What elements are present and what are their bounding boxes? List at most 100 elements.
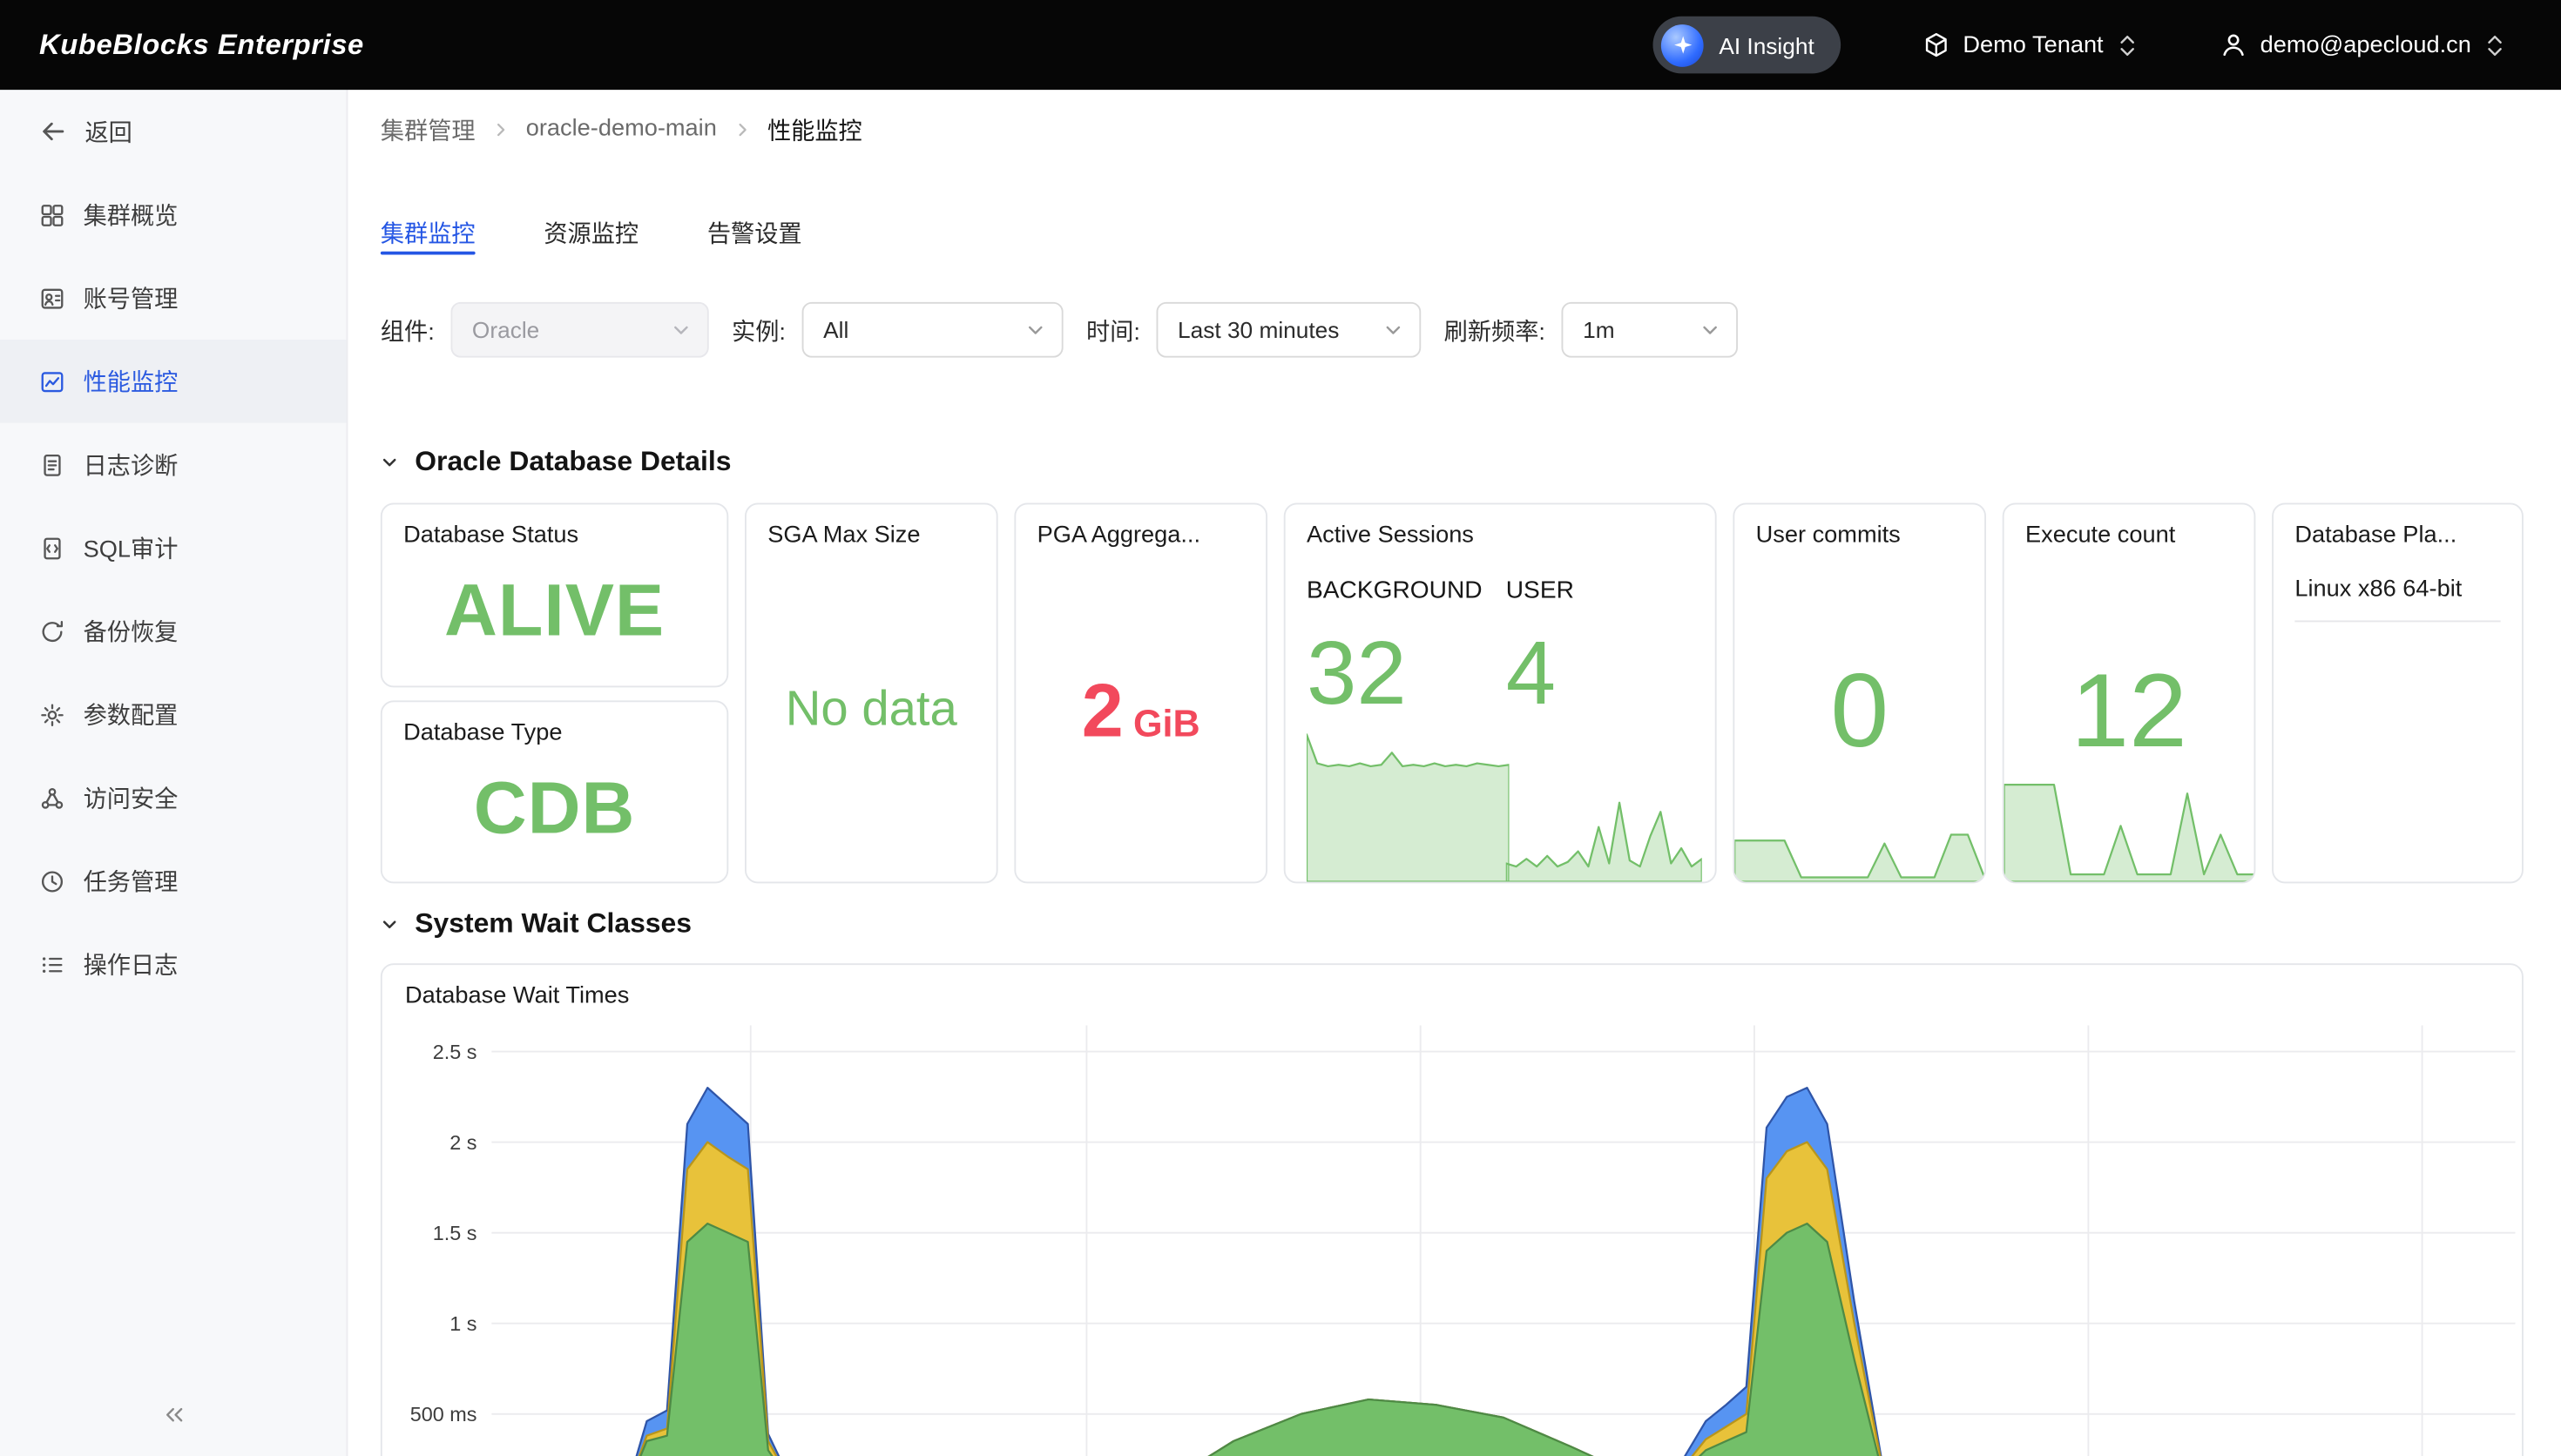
sidebar-item-label: 操作日志 <box>84 947 179 981</box>
sidebar-item-label: SQL审计 <box>84 530 179 564</box>
sidebar-item-cluster-overview[interactable]: 集群概览 <box>0 173 347 257</box>
section-oracle-details[interactable]: Oracle Database Details <box>381 442 2524 482</box>
user-sessions-stat: USER 4 <box>1506 576 1706 882</box>
params-icon <box>39 701 65 727</box>
refresh-rate-select[interactable]: 1m <box>1562 302 1739 358</box>
sidebar-back-label: 返回 <box>85 114 132 148</box>
sidebar-back-button[interactable]: 返回 <box>0 90 347 173</box>
background-sessions-value: 32 <box>1307 621 1506 725</box>
app-root: KubeBlocks Enterprise AI Insight Demo Te… <box>0 0 2561 1456</box>
user-sessions-sparkline <box>1506 730 1702 881</box>
backup-icon <box>39 618 65 644</box>
sidebar-item-label: 性能监控 <box>84 364 179 398</box>
cluster-overview-icon <box>39 202 65 228</box>
breadcrumb: 集群管理 oracle-demo-main 性能监控 <box>381 112 2524 145</box>
sidebar-item-operation-log[interactable]: 操作日志 <box>0 922 347 1006</box>
sql-audit-icon <box>39 535 65 561</box>
section-title: Oracle Database Details <box>415 446 731 479</box>
active-sessions-body: BACKGROUND 32 USER 4 <box>1307 576 1706 882</box>
tab-cluster-monitor[interactable]: 集群监控 <box>381 219 476 252</box>
panel-database-wait-times: Database Wait Times 2.5 s2 s1.5 s1 s500 … <box>381 963 2524 1456</box>
sidebar-item-backup-restore[interactable]: 备份恢复 <box>0 590 347 673</box>
refresh-rate-value: 1m <box>1583 317 1614 343</box>
stat-cards-row: Database Status ALIVE Database Type CDB … <box>381 503 2524 884</box>
user-sessions-value: 4 <box>1506 621 1706 725</box>
topbar-right: AI Insight Demo Tenant demo@apecloud.cn <box>1653 17 2505 74</box>
chevron-down-icon <box>1026 320 1046 340</box>
user-email: demo@apecloud.cn <box>2260 32 2471 58</box>
tenant-icon <box>1922 31 1950 59</box>
sidebar-item-label: 集群概览 <box>84 198 179 232</box>
caret-down-icon <box>381 453 399 471</box>
sidebar-collapse-button[interactable] <box>0 1405 347 1434</box>
panel-title: Database Pla... <box>2274 504 2522 549</box>
performance-icon <box>39 368 65 394</box>
ai-insight-button[interactable]: AI Insight <box>1653 17 1840 74</box>
chevron-down-icon <box>1383 320 1403 340</box>
sidebar-item-label: 备份恢复 <box>84 614 179 648</box>
background-sessions-stat: BACKGROUND 32 <box>1307 576 1506 882</box>
sidebar-item-account[interactable]: 账号管理 <box>0 256 347 340</box>
background-sessions-sparkline <box>1307 730 1510 881</box>
instance-select[interactable]: All <box>802 302 1064 358</box>
svg-text:2 s: 2 s <box>449 1131 476 1154</box>
sidebar-item-access-security[interactable]: 访问安全 <box>0 756 347 839</box>
sidebar-item-parameters[interactable]: 参数配置 <box>0 673 347 757</box>
section-title: System Wait Classes <box>415 908 692 941</box>
breadcrumb-cluster-name[interactable]: oracle-demo-main <box>526 116 717 142</box>
sidebar-item-log-diagnosis[interactable]: 日志诊断 <box>0 423 347 507</box>
sga-value: No data <box>747 537 997 882</box>
sidebar-item-label: 日志诊断 <box>84 448 179 482</box>
breadcrumb-cluster-management[interactable]: 集群管理 <box>381 111 476 145</box>
time-range-select[interactable]: Last 30 minutes <box>1157 302 1422 358</box>
tenant-menu[interactable]: Demo Tenant <box>1922 31 2138 59</box>
status-type-column: Database Status ALIVE Database Type CDB <box>381 503 728 884</box>
panel-title: Active Sessions <box>1286 504 1715 549</box>
tab-resource-monitor[interactable]: 资源监控 <box>544 219 639 252</box>
background-sessions-label: BACKGROUND <box>1307 576 1506 604</box>
panel-execute-count: Execute count 12 <box>2003 503 2256 884</box>
database-status-value: ALIVE <box>382 537 727 685</box>
time-filter-label: 时间: <box>1086 313 1140 347</box>
filter-bar: 组件: Oracle 实例: All 时间: Last 30 minutes 刷… <box>381 302 2524 358</box>
access-icon <box>39 785 65 811</box>
sidebar-item-tasks[interactable]: 任务管理 <box>0 839 347 923</box>
sidebar-item-performance[interactable]: 性能监控 <box>0 340 347 423</box>
topbar: KubeBlocks Enterprise AI Insight Demo Te… <box>0 0 2561 90</box>
sidebar-item-label: 访问安全 <box>84 780 179 814</box>
chevron-right-icon <box>733 120 752 138</box>
user-icon <box>2220 31 2247 59</box>
ai-insight-label: AI Insight <box>1719 32 1814 58</box>
svg-text:1 s: 1 s <box>449 1312 476 1335</box>
task-icon <box>39 868 65 894</box>
wait-times-chart: 2.5 s2 s1.5 s1 s500 ms <box>382 965 2524 1456</box>
collapse-icon <box>161 1405 186 1432</box>
back-arrow-icon <box>39 118 67 145</box>
chevron-down-icon <box>1700 320 1720 340</box>
user-menu[interactable]: demo@apecloud.cn <box>2220 31 2506 59</box>
caret-down-icon <box>381 915 399 934</box>
section-system-wait-classes[interactable]: System Wait Classes <box>381 905 2524 944</box>
panel-pga-aggregate: PGA Aggrega... 2 GiB <box>1014 503 1267 884</box>
panel-sga-max-size: SGA Max Size No data <box>745 503 998 884</box>
instance-filter-label: 实例: <box>732 313 786 347</box>
chevron-right-icon <box>491 120 510 138</box>
tenant-label: Demo Tenant <box>1963 32 2103 58</box>
svg-text:1.5 s: 1.5 s <box>433 1222 477 1244</box>
sidebar-item-label: 参数配置 <box>84 698 179 731</box>
component-select[interactable]: Oracle <box>451 302 709 358</box>
panel-database-status: Database Status ALIVE <box>381 503 728 687</box>
pga-unit: GiB <box>1133 701 1200 745</box>
panel-active-sessions: Active Sessions BACKGROUND 32 USER 4 <box>1284 503 1717 884</box>
account-icon <box>39 285 65 311</box>
component-select-value: Oracle <box>472 317 539 343</box>
sidebar-item-label: 任务管理 <box>84 864 179 898</box>
platform-value: Linux x86 64-bit <box>2294 576 2500 623</box>
execute-count-sparkline <box>2004 735 2254 882</box>
sidebar-item-sql-audit[interactable]: SQL审计 <box>0 506 347 590</box>
selector-icon <box>2117 32 2138 58</box>
tab-alert-settings[interactable]: 告警设置 <box>707 219 802 252</box>
component-filter-label: 组件: <box>381 313 435 347</box>
breadcrumb-current: 性能监控 <box>767 111 862 145</box>
oplog-icon <box>39 951 65 977</box>
